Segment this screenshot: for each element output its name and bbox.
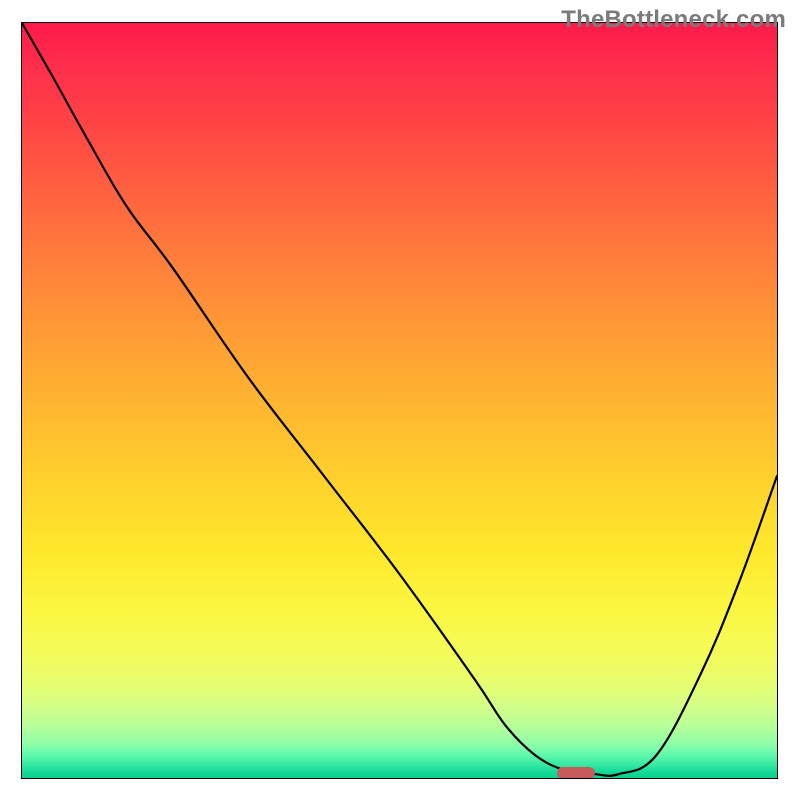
solution-marker <box>557 767 595 779</box>
chart-canvas: TheBottleneck.com <box>0 0 800 800</box>
bottleneck-curve <box>22 23 777 778</box>
watermark-text: TheBottleneck.com <box>561 6 786 34</box>
plot-frame <box>21 22 778 779</box>
